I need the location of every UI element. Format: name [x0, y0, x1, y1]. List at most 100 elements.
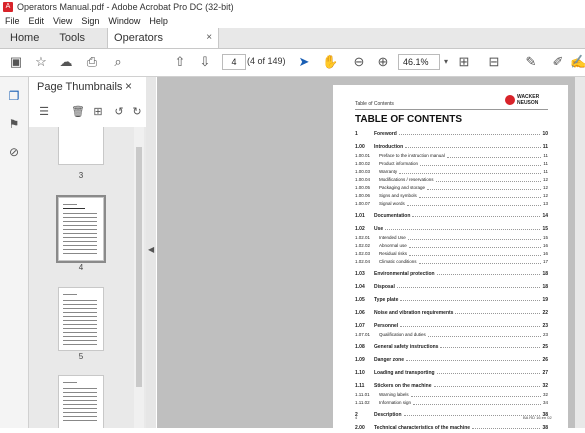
- comment-icon[interactable]: ✎: [523, 54, 539, 70]
- delete-page-icon[interactable]: 🗑: [71, 105, 85, 119]
- more-tools-icon[interactable]: ✍: [570, 54, 585, 70]
- toc-entry[interactable]: 1.00.07 Signal words 13: [355, 200, 548, 208]
- previous-page-icon[interactable]: ⇧: [172, 54, 188, 70]
- page-thumbnails-icon[interactable]: ❐: [7, 89, 21, 103]
- attachments-icon[interactable]: ⊘: [7, 145, 21, 159]
- menu-window[interactable]: Window: [108, 16, 140, 26]
- document-view[interactable]: Table of Contents WACKER NEUSON TABLE OF …: [157, 77, 585, 431]
- rotate-right-icon[interactable]: ↻: [130, 105, 144, 119]
- toc-entry[interactable]: 1.11 Stickers on the machine 32: [355, 381, 548, 391]
- toc-entry[interactable]: 2 Description 38: [355, 410, 548, 420]
- thumbnail-page-3[interactable]: [58, 127, 104, 165]
- menu-file[interactable]: File: [5, 16, 20, 26]
- thumbnail-options-icon[interactable]: ☰: [37, 105, 51, 119]
- toc-page-number: 16: [542, 251, 548, 256]
- toc-entry[interactable]: 1.11.01 Warning labels 32: [355, 391, 548, 399]
- toc-entry[interactable]: 2.00 Technical characteristics of the mac…: [355, 423, 548, 433]
- toc-leader: [385, 229, 540, 230]
- toc-leader: [397, 287, 540, 288]
- collapse-panel-icon[interactable]: ◀: [148, 245, 154, 254]
- bookmarks-icon[interactable]: ⚑: [7, 117, 21, 131]
- toc-entry[interactable]: 1.10 Loading and transporting 27: [355, 368, 548, 378]
- thumbnail-page-6[interactable]: [58, 375, 104, 428]
- toc-entry[interactable]: 1.00 Introduction 11: [355, 142, 548, 152]
- toc-entry[interactable]: 1.02.04 Climatic conditions 17: [355, 258, 548, 266]
- toc-number: 2.00: [355, 425, 365, 431]
- tab-tools[interactable]: Tools: [49, 28, 95, 48]
- toc-entry[interactable]: 1.00.02 Product information 11: [355, 160, 548, 168]
- close-panel-icon[interactable]: ×: [125, 79, 132, 93]
- print-icon[interactable]: ⎙: [84, 54, 100, 70]
- toc-entry[interactable]: 1 Foreword 10: [355, 129, 548, 139]
- menu-sign[interactable]: Sign: [81, 16, 99, 26]
- scroll-mode-icon[interactable]: ⊟: [486, 54, 502, 70]
- toc-number: 1.11: [355, 383, 365, 389]
- toc-entry[interactable]: 1.00.05 Packaging and storage 12: [355, 184, 548, 192]
- upload-cloud-icon[interactable]: ☁: [58, 54, 74, 70]
- toc-number: 1.00.01: [355, 153, 371, 158]
- toc-entry[interactable]: 1.01 Documentation 14: [355, 211, 548, 221]
- toc-title: Introduction: [374, 144, 404, 150]
- toc-entry[interactable]: 1.02.02 Abnormal use 16: [355, 242, 548, 250]
- page-fit-icon[interactable]: ⊞: [456, 54, 472, 70]
- tab-document-label: Operators Manual...: [114, 32, 163, 64]
- menu-help[interactable]: Help: [149, 16, 168, 26]
- toc-page-number: 11: [543, 161, 548, 166]
- menu-edit[interactable]: Edit: [29, 16, 45, 26]
- zoom-level-select[interactable]: 46.1%: [398, 54, 440, 70]
- toc-entry[interactable]: 1.02 Use 15: [355, 224, 548, 234]
- toc-page-number: 14: [542, 213, 548, 219]
- toc-title: Abnormal use: [379, 243, 407, 248]
- toc-page-number: 12: [542, 185, 548, 190]
- toc-leader: [412, 216, 540, 217]
- toc-entry[interactable]: 1.07 Personnel 23: [355, 321, 548, 331]
- toc-entry[interactable]: 1.07.01 Qualification and duties 23: [355, 331, 548, 339]
- menu-view[interactable]: View: [53, 16, 72, 26]
- toc-entry[interactable]: 1.00.01 Preface to the instruction manual…: [355, 152, 548, 160]
- toc-title: Foreword: [374, 131, 397, 137]
- thumbnail-scrollbar[interactable]: [134, 127, 144, 428]
- toc-entry[interactable]: 1.00.04 Modifications / reservations 12: [355, 176, 548, 184]
- toc-title: Environmental protection: [374, 271, 435, 277]
- toc-page-number: 22: [542, 310, 548, 316]
- toc-entry[interactable]: 1.05 Type plate 19: [355, 295, 548, 305]
- document-scrollbar[interactable]: [575, 77, 585, 428]
- page-number-input[interactable]: 4: [222, 54, 246, 70]
- zoom-search-icon[interactable]: ⌕: [110, 54, 126, 70]
- toc-page-number: 11: [543, 169, 548, 174]
- bookmark-star-icon[interactable]: ☆: [33, 54, 49, 70]
- thumbnail-page-5[interactable]: [58, 287, 104, 351]
- toc-number: 1.06: [355, 310, 365, 316]
- toc-entry[interactable]: 1.08 General safety instructions 25: [355, 342, 548, 352]
- toc-entry[interactable]: 1.02.03 Residual risks 16: [355, 250, 548, 258]
- toc-entry[interactable]: 1.02.01 Intended Use 15: [355, 234, 548, 242]
- tab-document[interactable]: Operators Manual... ×: [107, 28, 220, 64]
- toc-page-number: 15: [542, 226, 548, 232]
- toc-entry[interactable]: 1.09 Danger zone 26: [355, 355, 548, 365]
- toc-entry[interactable]: 1.00.03 Warranty 11: [355, 168, 548, 176]
- tab-home[interactable]: Home: [0, 28, 49, 48]
- next-page-icon[interactable]: ⇩: [197, 54, 213, 70]
- save-icon[interactable]: ▣: [8, 54, 24, 70]
- toc-entry[interactable]: 1.03 Environmental protection 18: [355, 269, 548, 279]
- hand-tool-icon[interactable]: ✋: [322, 54, 338, 70]
- toc-page-number: 13: [542, 201, 548, 206]
- highlight-pen-icon[interactable]: ✐: [550, 54, 566, 70]
- toc-entry[interactable]: 1.04 Disposal 18: [355, 282, 548, 292]
- thumbnail-page-4[interactable]: [56, 195, 106, 263]
- toc-entry[interactable]: 1.00.06 Signs and symbols 12: [355, 192, 548, 200]
- toc-leader: [409, 247, 541, 248]
- insert-page-icon[interactable]: ⊞: [91, 105, 105, 119]
- select-cursor-icon[interactable]: ➤: [296, 54, 312, 70]
- toc-number: 1.00.02: [355, 161, 371, 166]
- panel-splitter[interactable]: ◀: [146, 77, 156, 428]
- thumbnail-scroll-thumb[interactable]: [136, 147, 142, 387]
- toc-entry[interactable]: 1.11.02 Information sign 34: [355, 399, 548, 407]
- zoom-in-icon[interactable]: ⊕: [375, 54, 391, 70]
- toc-entry[interactable]: 1.06 Noise and vibration requirements 22: [355, 308, 548, 318]
- close-tab-icon[interactable]: ×: [206, 28, 212, 48]
- zoom-dropdown-icon[interactable]: ▾: [438, 54, 454, 70]
- toc-leader: [440, 347, 540, 348]
- zoom-out-icon[interactable]: ⊖: [351, 54, 367, 70]
- rotate-left-icon[interactable]: ↺: [112, 105, 126, 119]
